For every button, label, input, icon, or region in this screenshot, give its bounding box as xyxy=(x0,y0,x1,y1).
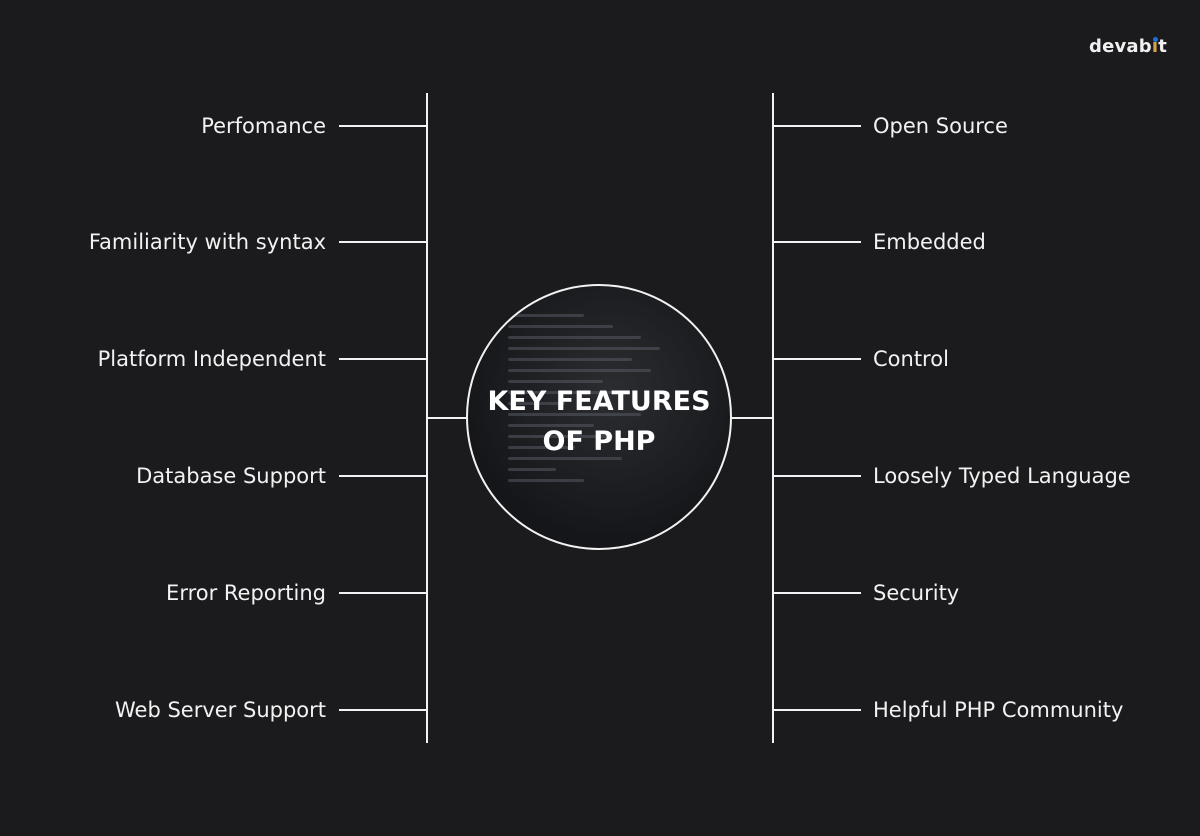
logo-text: devab xyxy=(1089,36,1152,57)
left-branch-line xyxy=(339,358,427,360)
logo-text-end: t xyxy=(1158,36,1168,57)
feature-label-left: Platform Independent xyxy=(97,347,326,371)
center-title-line2: OF PHP xyxy=(542,426,656,457)
right-connector-line xyxy=(732,417,773,419)
feature-label-right: Embedded xyxy=(873,230,986,254)
center-title: KEY FEATURES OF PHP xyxy=(468,382,730,462)
center-circle: KEY FEATURES OF PHP xyxy=(466,284,732,550)
feature-label-left: Familiarity with syntax xyxy=(88,230,326,254)
right-branch-line xyxy=(773,709,861,711)
right-branch-line xyxy=(773,592,861,594)
feature-label-left: Web Server Support xyxy=(114,698,326,722)
feature-label-left: Error Reporting xyxy=(166,581,326,605)
devabit-logo: devabit xyxy=(1089,36,1167,57)
left-branch-line xyxy=(339,709,427,711)
left-branch-line xyxy=(339,475,427,477)
feature-label-right: Helpful PHP Community xyxy=(873,698,1124,722)
logo-i-letter: i xyxy=(1151,36,1159,57)
feature-label-left: Perfomance xyxy=(201,114,326,138)
feature-label-right: Control xyxy=(873,347,949,371)
feature-label-right: Security xyxy=(873,581,960,605)
right-branch-line xyxy=(773,475,861,477)
right-branch-line xyxy=(773,241,861,243)
left-branch-line xyxy=(339,125,427,127)
feature-label-right: Open Source xyxy=(873,114,1008,138)
left-branch-line xyxy=(339,592,427,594)
left-branch-line xyxy=(339,241,427,243)
feature-label-left: Database Support xyxy=(136,464,326,488)
logo-i: i xyxy=(1152,36,1158,57)
center-title-line1: KEY FEATURES xyxy=(487,386,711,417)
left-connector-line xyxy=(427,417,467,419)
right-branch-line xyxy=(773,125,861,127)
right-branch-line xyxy=(773,358,861,360)
feature-label-right: Loosely Typed Language xyxy=(873,464,1131,488)
